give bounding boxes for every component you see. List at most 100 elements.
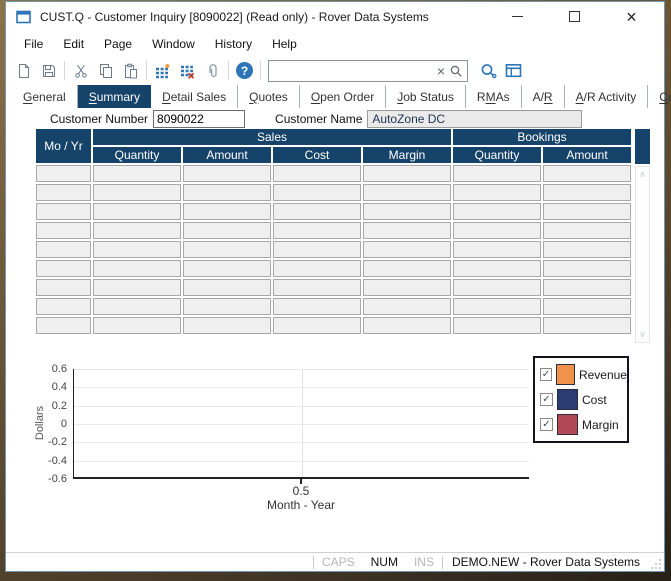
menu-history[interactable]: History xyxy=(205,33,262,55)
scroll-down-icon[interactable]: ∨ xyxy=(636,329,649,340)
table-cell[interactable] xyxy=(93,241,181,258)
table-cell[interactable] xyxy=(183,184,271,201)
table-cell[interactable] xyxy=(183,279,271,296)
table-cell[interactable] xyxy=(36,317,91,334)
table-cell[interactable] xyxy=(273,298,361,315)
search-icon[interactable] xyxy=(449,64,463,78)
table-cell[interactable] xyxy=(273,279,361,296)
table-cell[interactable] xyxy=(183,260,271,277)
table-cell[interactable] xyxy=(453,165,541,182)
scroll-up-icon[interactable]: ∧ xyxy=(636,169,649,180)
new-document-button[interactable] xyxy=(11,59,36,82)
legend-checkbox-cost[interactable]: ✓ xyxy=(540,393,553,406)
window-layout-button[interactable] xyxy=(501,59,526,82)
table-cell[interactable] xyxy=(453,203,541,220)
table-cell[interactable] xyxy=(93,317,181,334)
menu-edit[interactable]: Edit xyxy=(53,33,94,55)
table-cell[interactable] xyxy=(183,241,271,258)
table-cell[interactable] xyxy=(93,298,181,315)
table-cell[interactable] xyxy=(453,260,541,277)
maximize-button[interactable] xyxy=(562,5,587,28)
table-cell[interactable] xyxy=(183,165,271,182)
lookup-view-button[interactable] xyxy=(476,59,501,82)
table-cell[interactable] xyxy=(273,165,361,182)
table-cell[interactable] xyxy=(453,222,541,239)
save-button[interactable] xyxy=(36,59,61,82)
table-cell[interactable] xyxy=(183,203,271,220)
table-cell[interactable] xyxy=(36,184,91,201)
menu-window[interactable]: Window xyxy=(142,33,205,55)
table-cell[interactable] xyxy=(543,241,631,258)
table-cell[interactable] xyxy=(363,260,451,277)
table-cell[interactable] xyxy=(453,279,541,296)
customer-number-input[interactable] xyxy=(153,110,245,128)
tab-job-status[interactable]: Job Status xyxy=(386,85,466,108)
table-cell[interactable] xyxy=(363,184,451,201)
table-cell[interactable] xyxy=(543,298,631,315)
table-scrollbar[interactable]: ∧ ∨ xyxy=(635,166,650,343)
tab-general[interactable]: General xyxy=(12,85,78,108)
tab-rmas[interactable]: RMAs xyxy=(466,85,522,108)
tab-detail-sales[interactable]: Detail Sales xyxy=(151,85,238,108)
table-cell[interactable] xyxy=(543,203,631,220)
tab-quotes[interactable]: Quotes xyxy=(238,85,300,108)
customer-name-field[interactable]: AutoZone DC xyxy=(367,110,582,128)
close-button[interactable]: × xyxy=(619,5,644,28)
menu-help[interactable]: Help xyxy=(262,33,307,55)
menu-page[interactable]: Page xyxy=(94,33,142,55)
table-cell[interactable] xyxy=(36,279,91,296)
table-cell[interactable] xyxy=(93,184,181,201)
table-cell[interactable] xyxy=(453,184,541,201)
table-cell[interactable] xyxy=(36,203,91,220)
table-cell[interactable] xyxy=(543,317,631,334)
table-cell[interactable] xyxy=(453,241,541,258)
table-cell[interactable] xyxy=(543,222,631,239)
tab-contacts[interactable]: Contacts xyxy=(648,85,671,108)
table-cell[interactable] xyxy=(543,279,631,296)
tab-summary[interactable]: Summary xyxy=(78,85,151,108)
table-cell[interactable] xyxy=(36,165,91,182)
table-cell[interactable] xyxy=(453,298,541,315)
table-cell[interactable] xyxy=(183,317,271,334)
table-cell[interactable] xyxy=(183,298,271,315)
table-cell[interactable] xyxy=(273,241,361,258)
table-cell[interactable] xyxy=(453,317,541,334)
cut-button[interactable] xyxy=(68,59,93,82)
table-cell[interactable] xyxy=(93,260,181,277)
table-cell[interactable] xyxy=(363,203,451,220)
table-cell[interactable] xyxy=(363,241,451,258)
table-cell[interactable] xyxy=(543,165,631,182)
table-cell[interactable] xyxy=(363,317,451,334)
table-cell[interactable] xyxy=(36,222,91,239)
legend-checkbox-revenue[interactable]: ✓ xyxy=(540,368,552,381)
table-cell[interactable] xyxy=(93,203,181,220)
table-cell[interactable] xyxy=(363,222,451,239)
table-cell[interactable] xyxy=(183,222,271,239)
table-cell[interactable] xyxy=(36,298,91,315)
minimize-button[interactable] xyxy=(505,5,530,28)
table-cell[interactable] xyxy=(273,222,361,239)
tab-a-r-activity[interactable]: A/R Activity xyxy=(565,85,649,108)
table-cell[interactable] xyxy=(93,222,181,239)
legend-checkbox-margin[interactable]: ✓ xyxy=(540,418,553,431)
table-cell[interactable] xyxy=(273,184,361,201)
tab-a-r[interactable]: A/R xyxy=(522,85,565,108)
tab-open-order[interactable]: Open Order xyxy=(300,85,386,108)
table-cell[interactable] xyxy=(93,165,181,182)
attachment-button[interactable] xyxy=(200,59,225,82)
table-cell[interactable] xyxy=(363,279,451,296)
table-cell[interactable] xyxy=(543,260,631,277)
table-cell[interactable] xyxy=(273,203,361,220)
table-cell[interactable] xyxy=(543,184,631,201)
delete-rows-button[interactable] xyxy=(175,59,200,82)
table-cell[interactable] xyxy=(36,260,91,277)
copy-button[interactable] xyxy=(93,59,118,82)
table-cell[interactable] xyxy=(273,260,361,277)
paste-button[interactable] xyxy=(118,59,143,82)
table-cell[interactable] xyxy=(363,165,451,182)
menu-file[interactable]: File xyxy=(14,33,53,55)
table-cell[interactable] xyxy=(36,241,91,258)
insert-rows-button[interactable] xyxy=(150,59,175,82)
table-cell[interactable] xyxy=(363,298,451,315)
table-cell[interactable] xyxy=(93,279,181,296)
